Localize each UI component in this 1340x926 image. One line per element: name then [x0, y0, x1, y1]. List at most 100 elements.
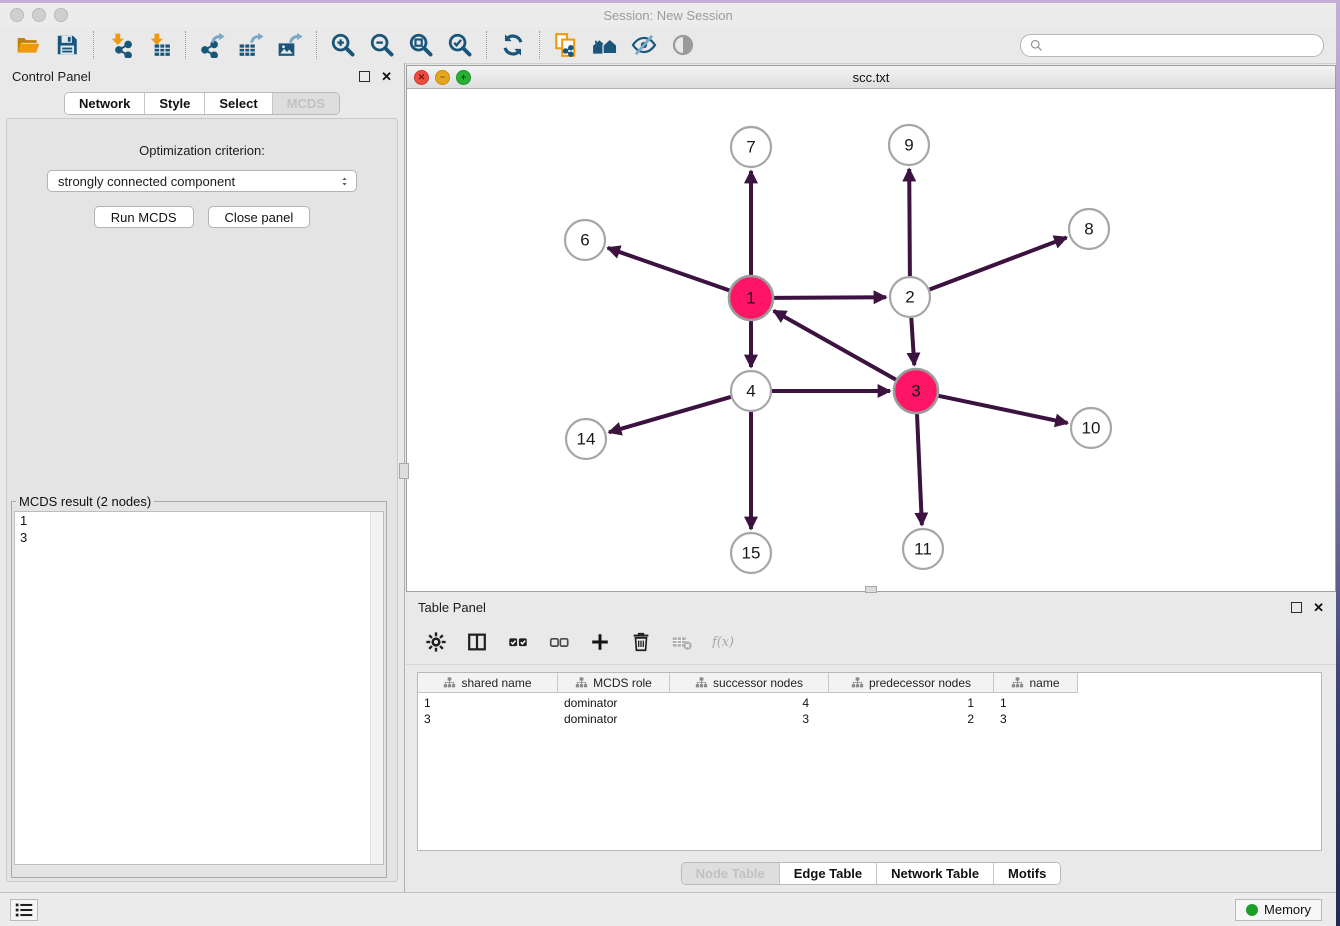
node-label: 3 — [911, 381, 920, 400]
edge-1-2[interactable] — [774, 297, 886, 298]
column-header-mcds-role[interactable]: MCDS role — [558, 673, 670, 693]
toolbar-group — [489, 30, 537, 60]
import-network-button[interactable] — [105, 30, 135, 60]
unselect-all-button[interactable] — [547, 630, 571, 654]
tab-motifs[interactable]: Motifs — [993, 863, 1060, 884]
tab-network[interactable]: Network — [65, 93, 144, 114]
toolbar-groups — [0, 30, 707, 60]
settings-button[interactable] — [424, 630, 448, 654]
node-label: 1 — [746, 288, 755, 307]
network-window: scc.txt 7968124314101511 — [406, 65, 1336, 592]
edge-4-14[interactable] — [609, 397, 731, 432]
add-row-button[interactable] — [588, 630, 612, 654]
column-header-name[interactable]: name — [994, 673, 1078, 693]
zoom-fit-button[interactable] — [406, 30, 436, 60]
edge-2-8[interactable] — [930, 238, 1067, 290]
tab-style[interactable]: Style — [144, 93, 204, 114]
node-table-header: shared nameMCDS rolesuccessor nodesprede… — [418, 673, 1321, 693]
export-table-icon — [238, 32, 264, 58]
columns-button[interactable] — [465, 630, 489, 654]
export-network-button[interactable] — [197, 30, 227, 60]
edge-3-1[interactable] — [774, 311, 896, 380]
zoom-selected-button[interactable] — [445, 30, 475, 60]
column-header-shared-name[interactable]: shared name — [418, 673, 558, 693]
panel-divider-handle[interactable] — [399, 463, 409, 479]
tab-mcds[interactable]: MCDS — [272, 93, 339, 114]
run-mcds-button[interactable]: Run MCDS — [94, 206, 194, 228]
memory-button[interactable]: Memory — [1235, 899, 1322, 921]
cell-name: 3 — [994, 712, 1078, 726]
export-table-button[interactable] — [236, 30, 266, 60]
node-3[interactable]: 3 — [894, 369, 938, 413]
node-7[interactable]: 7 — [731, 127, 771, 167]
node-9[interactable]: 9 — [889, 125, 929, 165]
zoom-out-button[interactable] — [367, 30, 397, 60]
search-box[interactable] — [1020, 34, 1324, 57]
node-label: 4 — [746, 381, 755, 400]
close-panel-button[interactable]: Close panel — [208, 206, 311, 228]
frame-resize-handle[interactable] — [865, 586, 877, 593]
table-row[interactable]: 3dominator323 — [418, 711, 1321, 727]
optimization-select[interactable]: strongly connected component — [47, 170, 357, 192]
import-table-button[interactable] — [144, 30, 174, 60]
select-all-button[interactable] — [506, 630, 530, 654]
node-label: 2 — [905, 287, 914, 306]
home-button[interactable] — [590, 30, 620, 60]
mcds-result-list[interactable]: 13 — [14, 511, 384, 865]
edge-2-9[interactable] — [909, 169, 910, 276]
edge-1-6[interactable] — [608, 248, 730, 291]
main-toolbar — [0, 27, 1336, 64]
node-15[interactable]: 15 — [731, 533, 771, 573]
save-icon — [54, 32, 80, 58]
close-table-panel-icon[interactable]: ✕ — [1313, 601, 1324, 614]
search-icon — [1029, 38, 1044, 53]
eye-disabled-button[interactable] — [668, 30, 698, 60]
float-table-panel-icon[interactable] — [1291, 602, 1302, 613]
edge-3-10[interactable] — [939, 396, 1068, 423]
tab-select[interactable]: Select — [204, 93, 271, 114]
cell-shared-name: 3 — [418, 712, 558, 726]
table-panel: Table Panel ✕ f(x) shared nameMCDS roles… — [406, 594, 1336, 892]
tab-edge-table[interactable]: Edge Table — [779, 863, 876, 884]
result-scrollbar[interactable] — [370, 512, 383, 864]
node-1[interactable]: 1 — [729, 276, 773, 320]
node-4[interactable]: 4 — [731, 371, 771, 411]
edge-3-11[interactable] — [917, 414, 922, 525]
column-header-predecessor-nodes[interactable]: predecessor nodes — [829, 673, 994, 693]
float-panel-icon[interactable] — [359, 71, 370, 82]
network-canvas[interactable]: 7 9 6 8 1 2 4 3 14 10 15 11 — [407, 89, 1335, 592]
cell-shared-name: 1 — [418, 696, 558, 710]
task-history-button[interactable] — [10, 899, 38, 921]
clone-network-button[interactable] — [551, 30, 581, 60]
tree-icon — [575, 676, 588, 689]
node-8[interactable]: 8 — [1069, 209, 1109, 249]
table-tabs: Node TableEdge TableNetwork TableMotifs — [406, 862, 1336, 885]
node-6[interactable]: 6 — [565, 220, 605, 260]
export-image-button[interactable] — [275, 30, 305, 60]
cell-mcds-role: dominator — [558, 712, 670, 726]
node-11[interactable]: 11 — [903, 529, 943, 569]
delete-row-button[interactable] — [629, 630, 653, 654]
close-panel-icon[interactable]: ✕ — [381, 70, 392, 83]
node-table-rows: 1dominator4113dominator323 — [418, 693, 1321, 727]
refresh-button[interactable] — [498, 30, 528, 60]
search-input[interactable] — [1049, 37, 1315, 54]
tab-network-table[interactable]: Network Table — [876, 863, 993, 884]
hide-details-button[interactable] — [629, 30, 659, 60]
node-10[interactable]: 10 — [1071, 408, 1111, 448]
mcds-result-legend: MCDS result (2 nodes) — [16, 494, 154, 509]
column-header-successor-nodes[interactable]: successor nodes — [670, 673, 829, 693]
delete-table-button — [670, 630, 694, 654]
edge-2-3[interactable] — [911, 318, 914, 365]
tab-node-table[interactable]: Node Table — [682, 863, 779, 884]
zoom-in-button[interactable] — [328, 30, 358, 60]
open-button[interactable] — [13, 30, 43, 60]
toolbar-separator — [93, 31, 94, 59]
node-14[interactable]: 14 — [566, 419, 606, 459]
node-2[interactable]: 2 — [890, 277, 930, 317]
save-button[interactable] — [52, 30, 82, 60]
home-icon — [592, 32, 618, 58]
table-row[interactable]: 1dominator411 — [418, 695, 1321, 711]
cell-successor-nodes: 3 — [670, 712, 829, 726]
window-title: Session: New Session — [0, 8, 1336, 23]
